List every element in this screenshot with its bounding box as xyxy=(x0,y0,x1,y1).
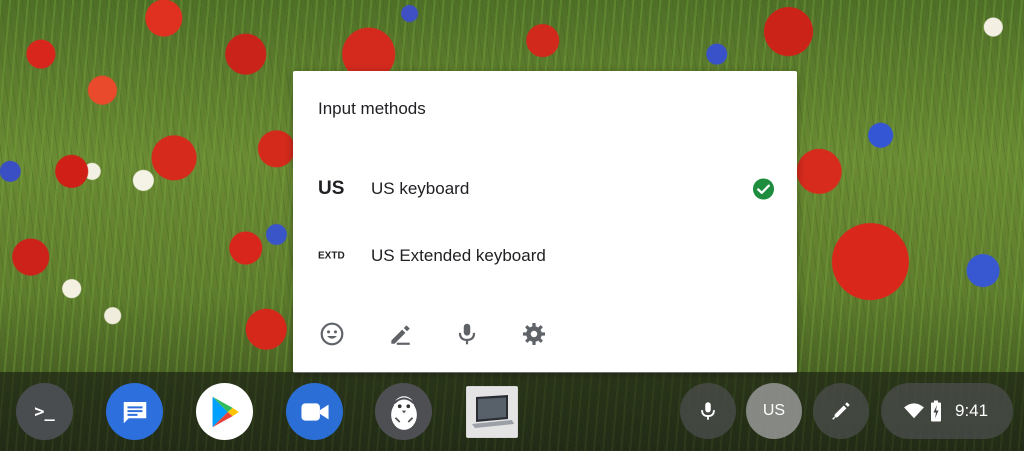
terminal-app-icon[interactable]: >_ xyxy=(16,383,73,440)
battery-charging-icon xyxy=(929,400,943,422)
emoji-button[interactable] xyxy=(317,319,347,349)
input-method-name: US keyboard xyxy=(371,179,470,198)
check-circle-icon xyxy=(752,178,775,200)
screenshot-thumbnail[interactable] xyxy=(466,386,518,438)
handwriting-button[interactable] xyxy=(385,319,415,349)
microphone-icon xyxy=(458,323,476,345)
ime-indicator-button[interactable]: US xyxy=(746,383,802,439)
microphone-icon xyxy=(701,402,715,420)
voice-input-button[interactable] xyxy=(452,319,482,349)
wifi-icon xyxy=(903,402,925,420)
input-methods-panel: Input methods US US keyboard EXTD US Ext… xyxy=(293,71,797,373)
clock: 9:41 xyxy=(955,401,989,420)
messages-app-icon[interactable] xyxy=(106,383,163,440)
ime-indicator-label: US xyxy=(762,402,786,419)
emoji-icon xyxy=(320,322,344,346)
penguin-icon xyxy=(390,395,417,430)
gear-icon xyxy=(522,322,546,346)
stylus-icon xyxy=(832,402,850,420)
status-area-button[interactable]: 9:41 xyxy=(881,383,1013,439)
handwriting-icon xyxy=(391,325,410,345)
input-method-us-keyboard[interactable]: US US keyboard xyxy=(293,161,797,217)
input-method-short-label: US xyxy=(318,178,345,199)
laptop-thumbnail-icon xyxy=(467,387,517,437)
input-method-short-label: EXTD xyxy=(318,250,345,262)
message-bubble-icon xyxy=(123,401,146,423)
input-tools-row xyxy=(293,319,797,349)
input-method-us-extended-keyboard[interactable]: EXTD US Extended keyboard xyxy=(293,228,797,284)
play-store-icon xyxy=(212,396,239,427)
duo-app-icon[interactable] xyxy=(286,383,343,440)
input-method-name: US Extended keyboard xyxy=(371,246,546,265)
penguin-app-icon[interactable] xyxy=(375,383,432,440)
panel-title: Input methods xyxy=(318,99,426,118)
dictation-button[interactable] xyxy=(680,383,736,439)
play-store-app-icon[interactable] xyxy=(196,383,253,440)
video-camera-icon xyxy=(300,402,329,421)
input-settings-button[interactable] xyxy=(519,319,549,349)
stylus-tools-button[interactable] xyxy=(813,383,869,439)
terminal-glyph: >_ xyxy=(34,401,55,422)
